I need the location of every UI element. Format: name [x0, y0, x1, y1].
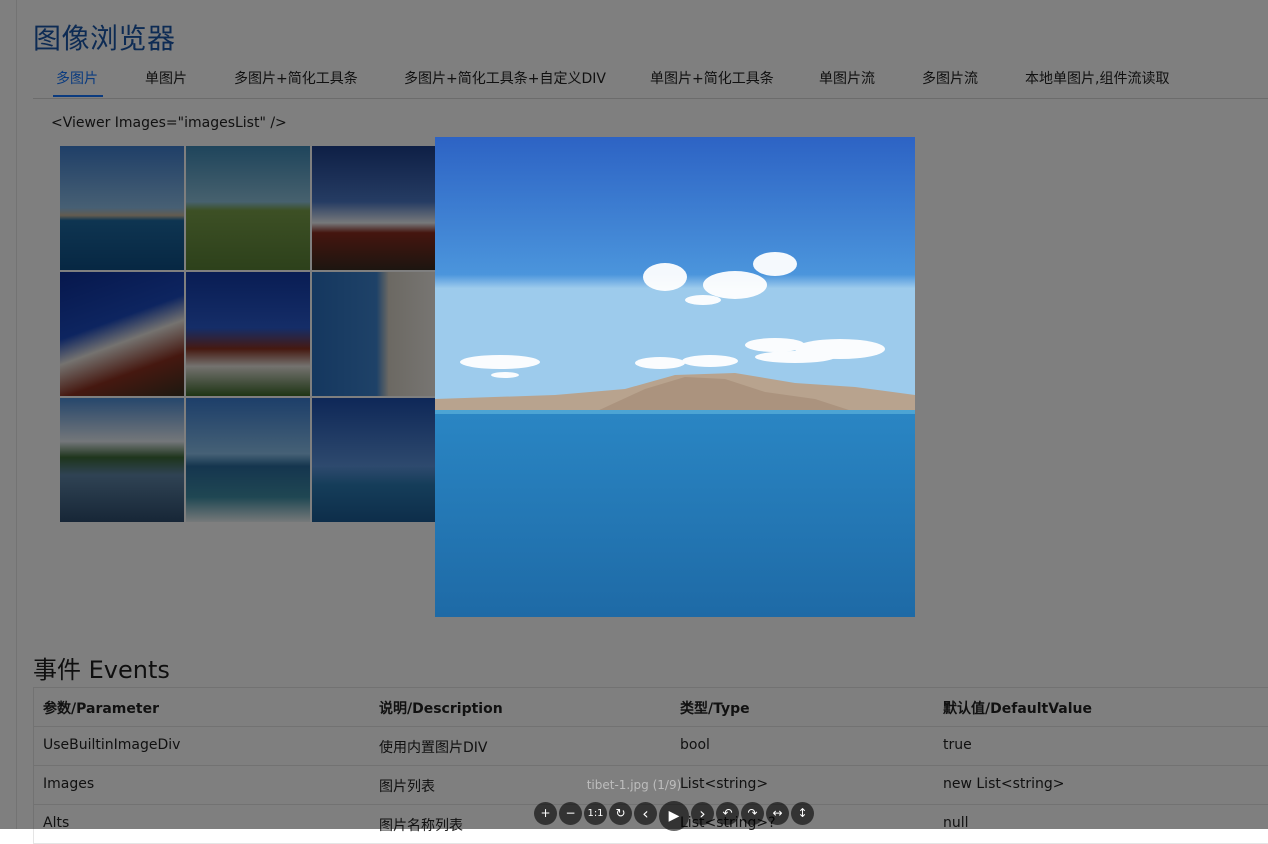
zoom-out-icon[interactable]: − — [559, 802, 582, 825]
next-icon[interactable]: › — [691, 802, 714, 825]
viewer-caption: tibet-1.jpg (1/9) — [586, 778, 682, 792]
reset-icon[interactable]: ↻ — [609, 802, 632, 825]
zoom-in-icon[interactable]: + — [534, 802, 557, 825]
rotate-left-icon[interactable]: ↶ — [716, 802, 739, 825]
flip-horizontal-icon[interactable]: ↔ — [766, 802, 789, 825]
viewer-image-tibet-lake[interactable] — [435, 137, 915, 617]
one-to-one-icon[interactable]: 1:1 — [584, 802, 607, 825]
play-icon[interactable]: ▶ — [659, 801, 689, 831]
flip-vertical-icon[interactable]: ↕ — [791, 802, 814, 825]
rotate-right-icon[interactable]: ↷ — [741, 802, 764, 825]
previous-icon[interactable]: ‹ — [634, 802, 657, 825]
viewer-toolbar: + − 1:1 ↻ ‹ ▶ › ↶ ↷ ↔ ↕ — [534, 801, 816, 831]
